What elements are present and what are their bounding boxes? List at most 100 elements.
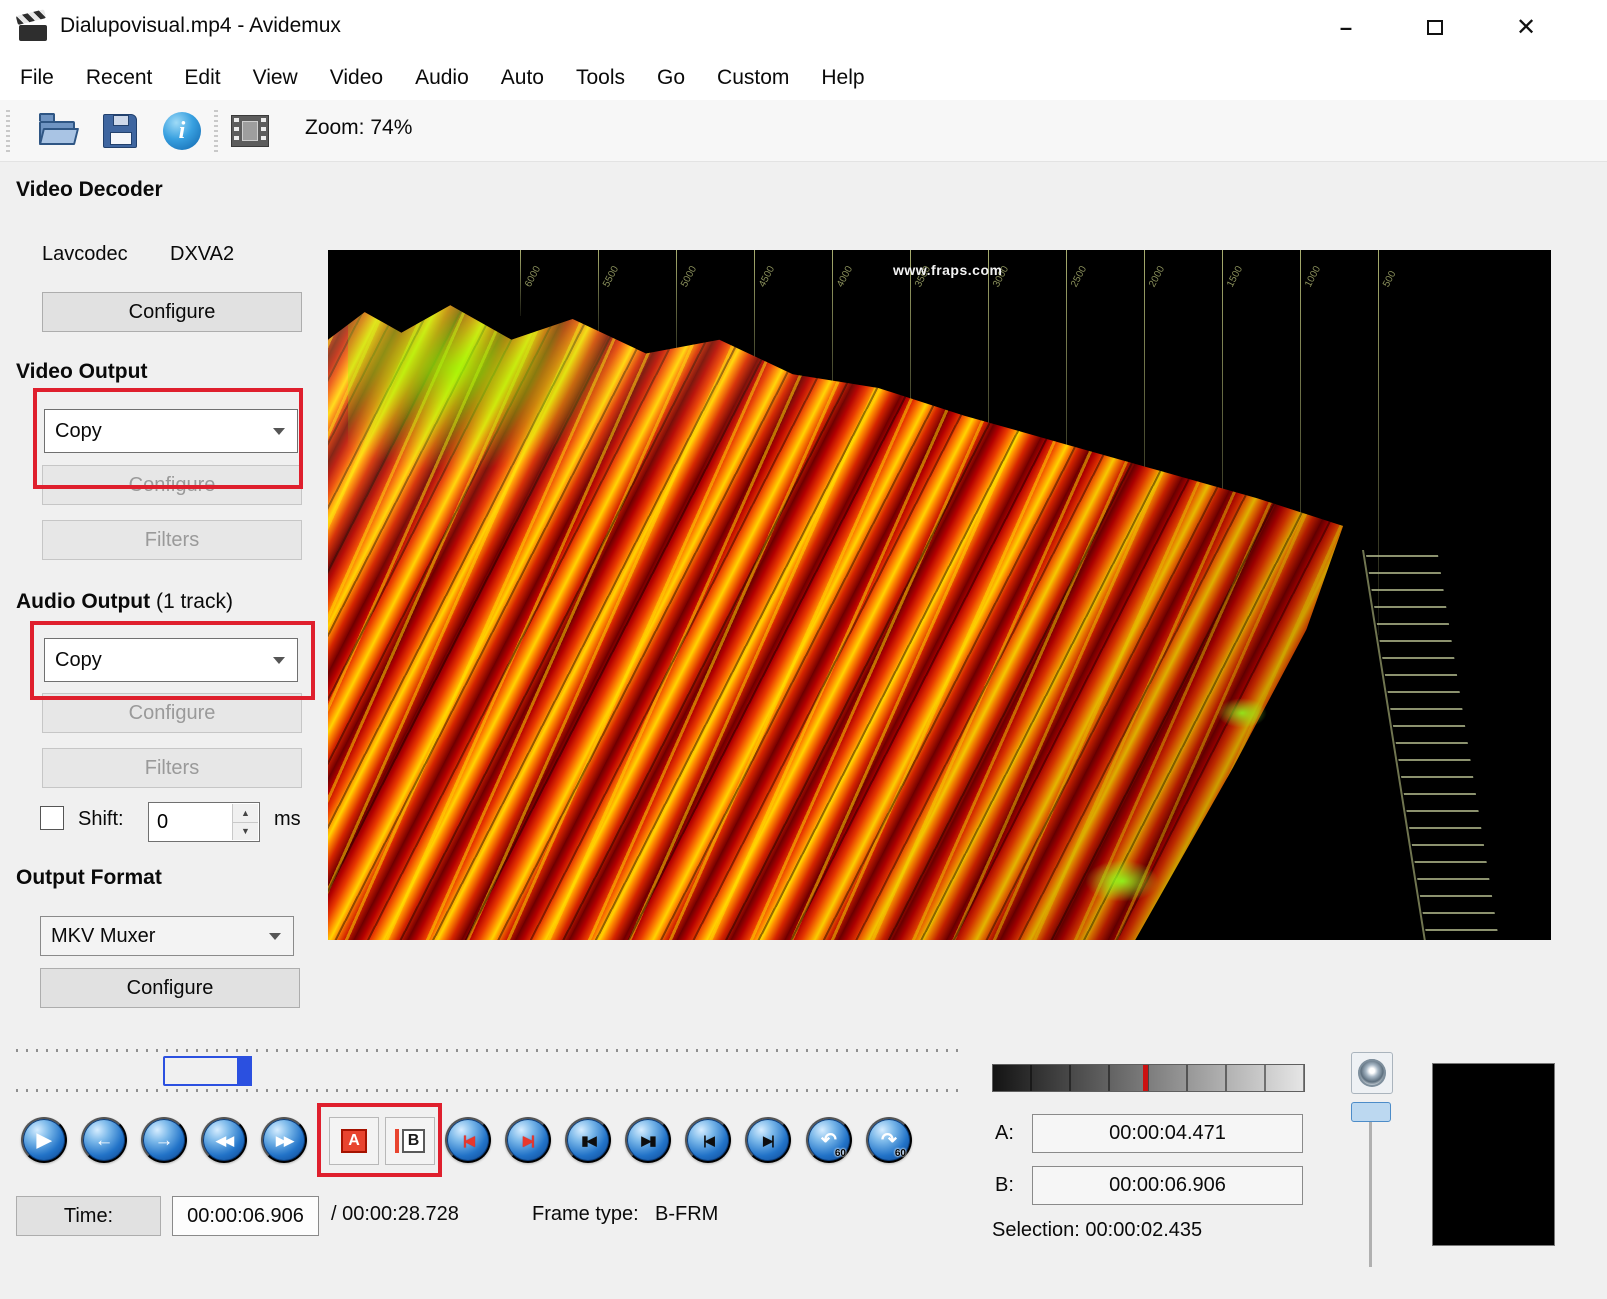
- audio-output-value: Copy: [55, 648, 102, 671]
- marker-b-bar-icon: [394, 1129, 399, 1153]
- menu-help[interactable]: Help: [805, 60, 880, 96]
- audio-output-filters-button[interactable]: Filters: [42, 748, 302, 788]
- play-icon: ▶: [36, 1129, 52, 1151]
- app-icon: [15, 9, 50, 43]
- shuttle-wheel[interactable]: [992, 1064, 1305, 1092]
- minimize-button[interactable]: –: [1317, 0, 1375, 55]
- step-back-button[interactable]: ←: [81, 1117, 127, 1163]
- information-button[interactable]: i: [158, 107, 206, 155]
- undo-arrow-icon: ↶: [821, 1129, 837, 1151]
- volume-slider-track[interactable]: [1369, 1122, 1372, 1267]
- shift-unit-label: ms: [274, 808, 301, 830]
- spectrogram-surface: [328, 305, 1344, 940]
- decoder-name-label: Lavcodec: [42, 243, 128, 265]
- save-file-button[interactable]: [96, 107, 144, 155]
- sixty-badge: 60: [834, 1148, 846, 1159]
- menu-auto[interactable]: Auto: [485, 60, 560, 96]
- previous-black-frame-button[interactable]: ▮◀: [565, 1117, 611, 1163]
- menu-go[interactable]: Go: [641, 60, 701, 96]
- output-format-configure-button[interactable]: Configure: [40, 968, 300, 1008]
- audio-output-select[interactable]: Copy: [44, 638, 298, 682]
- grid-label: 5000: [679, 264, 700, 290]
- spin-down-button[interactable]: ▼: [232, 821, 258, 840]
- video-output-select[interactable]: Copy: [44, 409, 298, 453]
- zoom-level-label: Zoom: 74%: [305, 116, 413, 139]
- menu-audio[interactable]: Audio: [399, 60, 485, 96]
- info-icon: i: [163, 112, 201, 150]
- filmstrip-icon: [231, 115, 269, 147]
- output-format-select[interactable]: MKV Muxer: [40, 916, 294, 956]
- next-keyframe-button[interactable]: ▶|: [505, 1117, 551, 1163]
- timeline-ticks-bottom[interactable]: [16, 1089, 960, 1092]
- menu-custom[interactable]: Custom: [701, 60, 805, 96]
- maximize-button[interactable]: [1406, 0, 1464, 55]
- avidemux-window: Dialupovisual.mp4 - Avidemux – ✕ File Re…: [0, 0, 1607, 1299]
- audio-track-count-label: (1 track): [155, 590, 233, 613]
- menu-bar: File Recent Edit View Video Audio Auto T…: [0, 55, 1607, 100]
- forward-60s-button[interactable]: ↷ 60: [866, 1117, 912, 1163]
- open-file-button[interactable]: [34, 107, 82, 155]
- hw-accel-label: DXVA2: [170, 243, 235, 265]
- set-marker-a-button[interactable]: A: [329, 1117, 379, 1165]
- menu-edit[interactable]: Edit: [168, 60, 236, 96]
- close-button[interactable]: ✕: [1497, 0, 1555, 55]
- spin-arrows: ▲ ▼: [232, 804, 258, 840]
- video-decoder-heading: Video Decoder: [16, 178, 163, 201]
- first-frame-button[interactable]: |◀: [685, 1117, 731, 1163]
- window-title: Dialupovisual.mp4 - Avidemux: [60, 14, 341, 37]
- next-black-frame-button[interactable]: ▶▮: [625, 1117, 671, 1163]
- shift-checkbox[interactable]: [40, 806, 64, 830]
- first-frame-icon: |◀: [703, 1132, 715, 1148]
- audio-output-configure-button[interactable]: Configure: [42, 693, 302, 733]
- video-properties-button[interactable]: [226, 107, 274, 155]
- grid-label: 4500: [757, 264, 778, 290]
- fast-forward-button[interactable]: ▶▶: [261, 1117, 307, 1163]
- step-forward-button[interactable]: →: [141, 1117, 187, 1163]
- video-output-filters-button[interactable]: Filters: [42, 520, 302, 560]
- grid-label: 2000: [1147, 264, 1168, 290]
- mute-button[interactable]: [1351, 1052, 1393, 1094]
- menu-recent[interactable]: Recent: [70, 60, 169, 96]
- previous-keyframe-button[interactable]: |◀: [445, 1117, 491, 1163]
- play-button[interactable]: ▶: [21, 1117, 67, 1163]
- decoder-configure-button[interactable]: Configure: [42, 292, 302, 332]
- frame-type-value: B-FRM: [655, 1203, 719, 1225]
- set-marker-b-button[interactable]: B: [385, 1117, 435, 1165]
- frame-type-label: Frame type:: [532, 1203, 639, 1225]
- shift-label: Shift:: [78, 808, 124, 830]
- next-keyframe-icon: ▶|: [523, 1132, 535, 1148]
- menu-video[interactable]: Video: [314, 60, 399, 96]
- video-output-value: Copy: [55, 419, 102, 442]
- video-preview: 6000 5500 5000 4500 4000 3500 3000 2500 …: [328, 250, 1551, 940]
- back-60s-button[interactable]: ↶ 60: [806, 1117, 852, 1163]
- shift-value-input[interactable]: 0 ▲ ▼: [148, 802, 260, 842]
- time-button[interactable]: Time:: [16, 1196, 161, 1236]
- output-format-heading: Output Format: [16, 866, 162, 889]
- spin-up-button[interactable]: ▲: [232, 804, 258, 822]
- sixty-badge: 60: [894, 1148, 906, 1159]
- timeline-ticks-top[interactable]: [16, 1049, 960, 1052]
- last-frame-button[interactable]: ▶|: [745, 1117, 791, 1163]
- next-black-frame-icon: ▶▮: [641, 1132, 656, 1148]
- menu-tools[interactable]: Tools: [560, 60, 641, 96]
- selection-duration-label: Selection: 00:00:02.435: [992, 1219, 1203, 1241]
- toolbar-separator: [214, 110, 218, 152]
- grid-line: 6000: [520, 250, 543, 316]
- marker-a-time-field: 00:00:04.471: [1032, 1114, 1303, 1153]
- grid-label: 500: [1381, 269, 1399, 290]
- current-time-field[interactable]: 00:00:06.906: [172, 1196, 319, 1236]
- clapperboard-body: [19, 25, 47, 41]
- marker-b-label: B:: [995, 1174, 1014, 1196]
- maximize-icon: [1427, 20, 1443, 35]
- video-output-heading: Video Output: [16, 360, 148, 383]
- timeline-handle[interactable]: [237, 1056, 252, 1086]
- menu-view[interactable]: View: [237, 60, 314, 96]
- volume-slider-handle[interactable]: [1351, 1102, 1391, 1122]
- output-format-value: MKV Muxer: [51, 924, 156, 947]
- video-output-configure-button[interactable]: Configure: [42, 465, 302, 505]
- speaker-icon: [1358, 1059, 1386, 1087]
- fast-backward-button[interactable]: ◀◀: [201, 1117, 247, 1163]
- double-arrow-right-icon: ▶▶: [276, 1132, 294, 1148]
- audio-output-heading: Audio Output (1 track): [16, 590, 233, 614]
- menu-file[interactable]: File: [4, 60, 70, 96]
